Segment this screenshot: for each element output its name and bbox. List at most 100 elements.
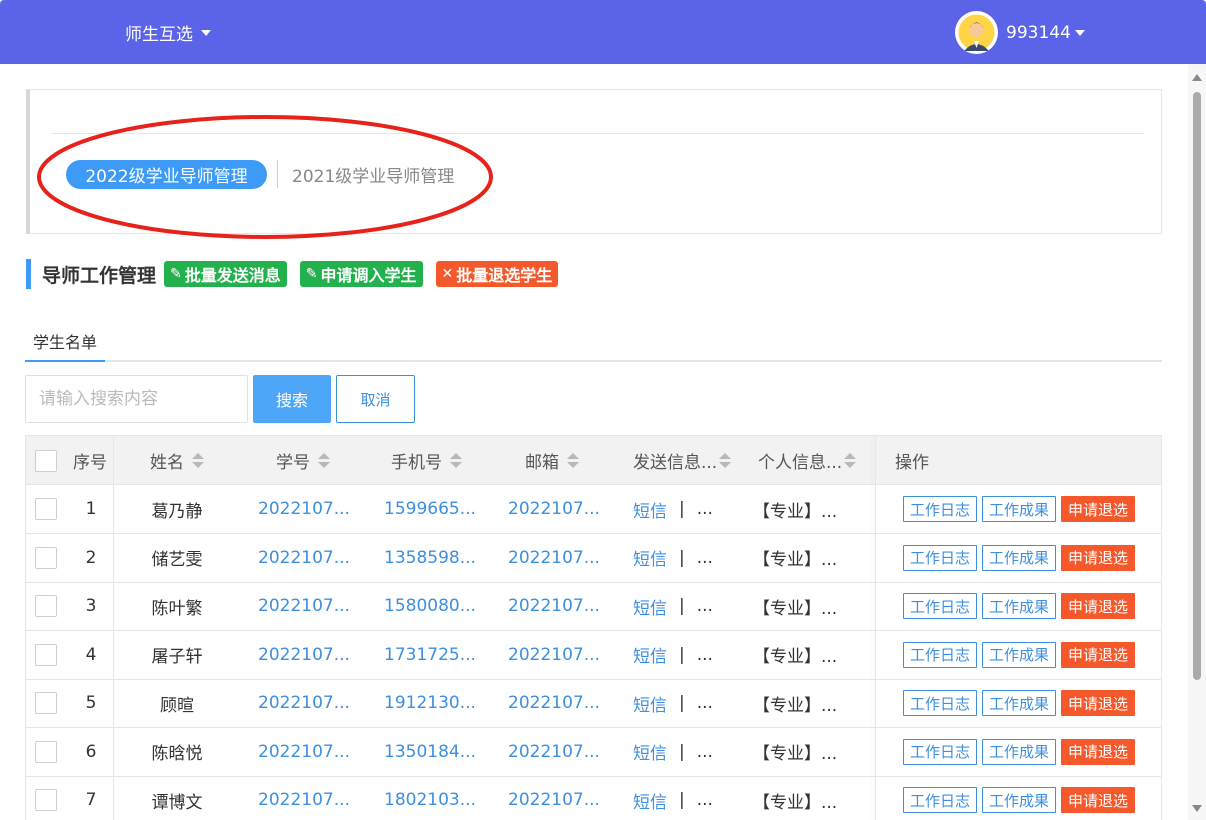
scroll-down-arrow-icon[interactable] — [1192, 805, 1202, 812]
sort-icon[interactable] — [567, 453, 579, 468]
work-log-button[interactable]: 工作日志 — [903, 738, 978, 765]
tab-year-2022[interactable]: 2022级学业导师管理 — [66, 160, 267, 189]
student-id-link[interactable]: 2022107... — [258, 776, 350, 820]
row-checkbox-cell — [35, 728, 57, 776]
work-log-button[interactable]: 工作日志 — [903, 496, 978, 522]
work-result-button[interactable]: 工作成果 — [982, 496, 1057, 522]
user-menu[interactable]: 993144 — [955, 11, 1085, 54]
phone-link[interactable]: 1580080... — [384, 582, 476, 630]
work-log-button[interactable]: 工作日志 — [903, 544, 978, 571]
work-result-button[interactable]: 工作成果 — [982, 544, 1057, 571]
scroll-up-arrow-icon[interactable] — [1192, 74, 1202, 81]
sms-link[interactable]: 短信 — [633, 497, 667, 522]
more-message-link[interactable]: ... — [697, 548, 713, 568]
row-checkbox[interactable] — [35, 692, 57, 714]
row-checkbox[interactable] — [35, 740, 57, 763]
col-header-personal-info[interactable]: 个人信息... — [758, 436, 857, 485]
sort-icon[interactable] — [450, 453, 462, 468]
phone-link[interactable]: 1358598... — [384, 534, 476, 582]
col-header-student-id[interactable]: 学号 — [276, 436, 330, 485]
sms-link[interactable]: 短信 — [633, 691, 667, 716]
email-link[interactable]: 2022107... — [508, 776, 600, 820]
row-checkbox[interactable] — [35, 498, 57, 520]
email-link[interactable]: 2022107... — [508, 631, 600, 679]
student-id-link[interactable]: 2022107... — [258, 679, 350, 727]
row-checkbox[interactable] — [35, 643, 57, 666]
phone-link[interactable]: 1802103... — [384, 776, 476, 820]
work-log-button[interactable]: 工作日志 — [903, 690, 978, 716]
sort-icon[interactable] — [318, 453, 330, 468]
select-all-checkbox-cell — [35, 436, 57, 485]
sort-icon[interactable] — [844, 453, 857, 468]
tab-year-2021[interactable]: 2021级学业导师管理 — [292, 162, 454, 187]
work-log-button[interactable]: 工作日志 — [903, 787, 978, 813]
request-withdraw-button[interactable]: 申请退选 — [1061, 690, 1136, 716]
email-link[interactable]: 2022107... — [508, 679, 600, 727]
student-id-link[interactable]: 2022107... — [258, 728, 350, 776]
request-withdraw-button[interactable]: 申请退选 — [1061, 544, 1136, 571]
work-result-button[interactable]: 工作成果 — [982, 738, 1057, 765]
work-result-button[interactable]: 工作成果 — [982, 641, 1057, 668]
search-input[interactable] — [25, 375, 248, 423]
request-withdraw-button[interactable]: 申请退选 — [1061, 641, 1136, 668]
email-link[interactable]: 2022107... — [508, 728, 600, 776]
work-log-button[interactable]: 工作日志 — [903, 593, 978, 619]
more-message-link[interactable]: ... — [697, 693, 713, 713]
work-log-button[interactable]: 工作日志 — [903, 641, 978, 668]
col-header-name[interactable]: 姓名 — [150, 436, 204, 485]
sms-link[interactable]: 短信 — [633, 545, 667, 570]
request-withdraw-button[interactable]: 申请退选 — [1061, 738, 1136, 765]
sms-link[interactable]: 短信 — [633, 642, 667, 667]
request-withdraw-button[interactable]: 申请退选 — [1061, 496, 1136, 522]
work-result-button[interactable]: 工作成果 — [982, 787, 1057, 813]
search-button[interactable]: 搜索 — [253, 375, 331, 423]
col-header-phone[interactable]: 手机号 — [391, 436, 462, 485]
email-link[interactable]: 2022107... — [508, 485, 600, 533]
sort-icon[interactable] — [719, 453, 732, 468]
row-checkbox[interactable] — [35, 595, 57, 617]
request-transfer-student-button[interactable]: ✎ 申请调入学生 — [299, 261, 423, 287]
request-withdraw-button[interactable]: 申请退选 — [1061, 787, 1136, 813]
student-name: 葛乃静 — [151, 501, 203, 522]
scrollbar-thumb[interactable] — [1193, 92, 1201, 680]
select-all-checkbox[interactable] — [35, 449, 57, 472]
more-message-link[interactable]: ... — [697, 742, 713, 762]
email-link[interactable]: 2022107... — [508, 582, 600, 630]
request-withdraw-button[interactable]: 申请退选 — [1061, 593, 1136, 619]
sms-link[interactable]: 短信 — [633, 594, 667, 619]
row-actions: 工作日志 工作成果 申请退选 — [903, 534, 1140, 582]
col-header-send-message[interactable]: 发送信息... — [633, 436, 732, 485]
sort-icon[interactable] — [192, 453, 204, 468]
row-checkbox[interactable] — [35, 546, 57, 569]
col-header-label: 学号 — [276, 453, 310, 473]
sms-link[interactable]: 短信 — [633, 739, 667, 764]
mutual-selection-menu[interactable]: 师生互选 — [125, 20, 211, 45]
more-message-link[interactable]: ... — [697, 499, 713, 519]
row-checkbox[interactable] — [35, 789, 57, 811]
more-message-link[interactable]: ... — [697, 596, 713, 616]
more-message-link[interactable]: ... — [697, 645, 713, 665]
work-result-button[interactable]: 工作成果 — [982, 593, 1057, 619]
col-header-email[interactable]: 邮箱 — [525, 436, 579, 485]
student-id-link[interactable]: 2022107... — [258, 631, 350, 679]
phone-link[interactable]: 1731725... — [384, 631, 476, 679]
phone-link[interactable]: 1599665... — [384, 485, 476, 533]
student-id-link[interactable]: 2022107... — [258, 485, 350, 533]
row-actions: 工作日志 工作成果 申请退选 — [903, 679, 1140, 727]
student-id-link[interactable]: 2022107... — [258, 582, 350, 630]
more-message-link[interactable]: ... — [697, 790, 713, 810]
student-id-link[interactable]: 2022107... — [258, 534, 350, 582]
page-scrollbar[interactable] — [1188, 64, 1206, 820]
batch-withdraw-students-button[interactable]: ✕ 批量退选学生 — [435, 261, 559, 287]
work-result-button[interactable]: 工作成果 — [982, 690, 1057, 716]
phone-link[interactable]: 1350184... — [384, 728, 476, 776]
avatar[interactable] — [955, 11, 998, 54]
tab-student-list[interactable]: 学生名单 — [25, 322, 105, 362]
cancel-button[interactable]: 取消 — [336, 375, 415, 423]
col-header-label: 姓名 — [150, 453, 184, 473]
email-link[interactable]: 2022107... — [508, 534, 600, 582]
batch-send-message-button[interactable]: ✎ 批量发送消息 — [164, 261, 287, 287]
phone-link[interactable]: 1912130... — [384, 679, 476, 727]
table-row: 6 陈晗悦 2022107... 1350184... 2022107... 短信 |...… — [26, 728, 1161, 777]
sms-link[interactable]: 短信 — [633, 788, 667, 813]
